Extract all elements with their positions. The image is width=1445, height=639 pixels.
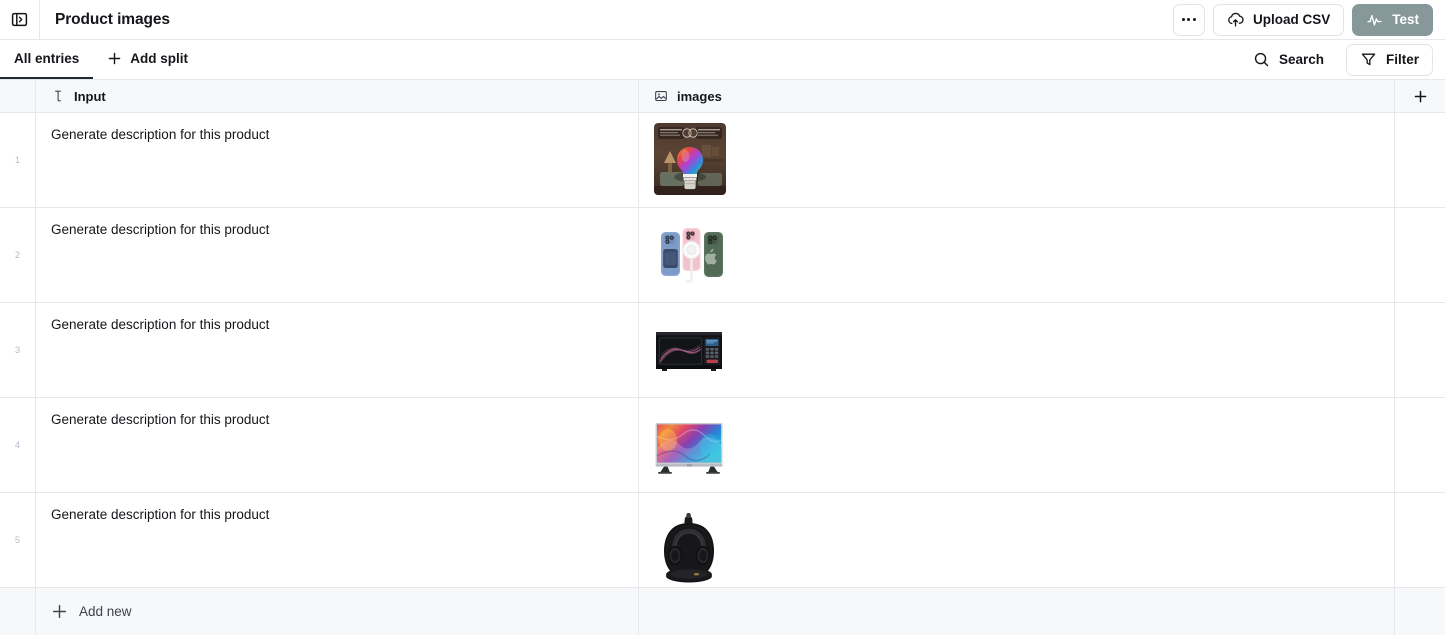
column-header-input[interactable]: Input bbox=[36, 80, 639, 112]
add-split-button[interactable]: Add split bbox=[93, 40, 202, 79]
add-new-rest-cell bbox=[1395, 588, 1445, 635]
cloud-upload-icon bbox=[1227, 11, 1244, 28]
cell-empty bbox=[1395, 398, 1445, 492]
cell-input-text[interactable]: Generate description for this product bbox=[36, 303, 639, 397]
header-actions: Upload CSV Test bbox=[1172, 3, 1445, 36]
sidebar-toggle-button[interactable] bbox=[0, 0, 40, 39]
cell-input-text[interactable]: Generate description for this product bbox=[36, 398, 639, 492]
upload-csv-button[interactable]: Upload CSV bbox=[1212, 3, 1345, 36]
add-column-button[interactable] bbox=[1395, 80, 1445, 112]
funnel-icon bbox=[1360, 51, 1377, 68]
product-thumbnail-headphones[interactable] bbox=[654, 503, 724, 585]
product-thumbnail-smartphones[interactable] bbox=[654, 218, 726, 290]
plus-icon bbox=[107, 51, 122, 66]
cell-input-text[interactable]: Generate description for this product bbox=[36, 493, 639, 587]
column-header-images[interactable]: images bbox=[639, 80, 1395, 112]
plus-icon bbox=[51, 603, 68, 620]
entries-table: Input images 1 Generate description for … bbox=[0, 80, 1445, 635]
tab-bar-actions: Search Filter bbox=[1239, 43, 1445, 76]
add-new-row[interactable]: Add new bbox=[0, 588, 1445, 635]
cell-empty bbox=[1395, 208, 1445, 302]
table-row: 2 Generate description for this product bbox=[0, 208, 1445, 303]
row-number: 2 bbox=[0, 208, 36, 302]
upload-csv-label: Upload CSV bbox=[1252, 12, 1331, 27]
image-icon bbox=[654, 89, 668, 103]
product-thumbnail-microwave[interactable] bbox=[654, 313, 724, 381]
page-title: Product images bbox=[55, 10, 170, 28]
sidebar-panel-icon bbox=[11, 11, 28, 28]
table-row: 5 Generate description for this product bbox=[0, 493, 1445, 588]
cell-images[interactable] bbox=[639, 208, 1395, 302]
add-new-button[interactable]: Add new bbox=[36, 588, 639, 635]
cell-empty bbox=[1395, 303, 1445, 397]
table-row: 4 Generate description for this product bbox=[0, 398, 1445, 493]
filter-label: Filter bbox=[1385, 52, 1419, 67]
cell-input-text[interactable]: Generate description for this product bbox=[36, 208, 639, 302]
magnifier-icon bbox=[1253, 51, 1270, 68]
row-number-header bbox=[0, 80, 36, 112]
cell-images[interactable] bbox=[639, 398, 1395, 492]
tab-bar: All entries Add split Search Filter bbox=[0, 40, 1445, 80]
row-number: 3 bbox=[0, 303, 36, 397]
activity-pulse-icon bbox=[1366, 11, 1383, 28]
add-new-gutter bbox=[0, 588, 36, 635]
filter-button[interactable]: Filter bbox=[1345, 43, 1433, 76]
text-cursor-icon bbox=[51, 89, 65, 103]
cell-images[interactable] bbox=[639, 493, 1395, 587]
table-row: 1 Generate description for this product bbox=[0, 113, 1445, 208]
add-split-label: Add split bbox=[130, 51, 189, 66]
tab-all-entries-label: All entries bbox=[14, 51, 80, 66]
product-thumbnail-light-bulb[interactable] bbox=[654, 123, 726, 195]
cell-images[interactable] bbox=[639, 303, 1395, 397]
tab-all-entries[interactable]: All entries bbox=[0, 40, 94, 79]
add-new-images-cell bbox=[639, 588, 1395, 635]
table-row: 3 Generate description for this product bbox=[0, 303, 1445, 398]
app-header: Product images Upload CSV Test bbox=[0, 0, 1445, 40]
cell-input-text[interactable]: Generate description for this product bbox=[36, 113, 639, 207]
plus-icon bbox=[1413, 89, 1428, 104]
row-number: 4 bbox=[0, 398, 36, 492]
row-number: 1 bbox=[0, 113, 36, 207]
row-number: 5 bbox=[0, 493, 36, 587]
add-new-label: Add new bbox=[79, 604, 132, 619]
more-options-button[interactable] bbox=[1172, 3, 1205, 36]
test-label: Test bbox=[1392, 12, 1419, 27]
test-button[interactable]: Test bbox=[1352, 3, 1433, 36]
table-header-row: Input images bbox=[0, 80, 1445, 113]
cell-empty bbox=[1395, 493, 1445, 587]
product-thumbnail-tv[interactable] bbox=[654, 408, 724, 476]
search-label: Search bbox=[1278, 52, 1324, 67]
search-button[interactable]: Search bbox=[1239, 44, 1338, 76]
ellipsis-icon bbox=[1181, 18, 1196, 21]
column-header-input-label: Input bbox=[74, 88, 106, 104]
cell-images[interactable] bbox=[639, 113, 1395, 207]
column-header-images-label: images bbox=[677, 88, 722, 104]
cell-empty bbox=[1395, 113, 1445, 207]
